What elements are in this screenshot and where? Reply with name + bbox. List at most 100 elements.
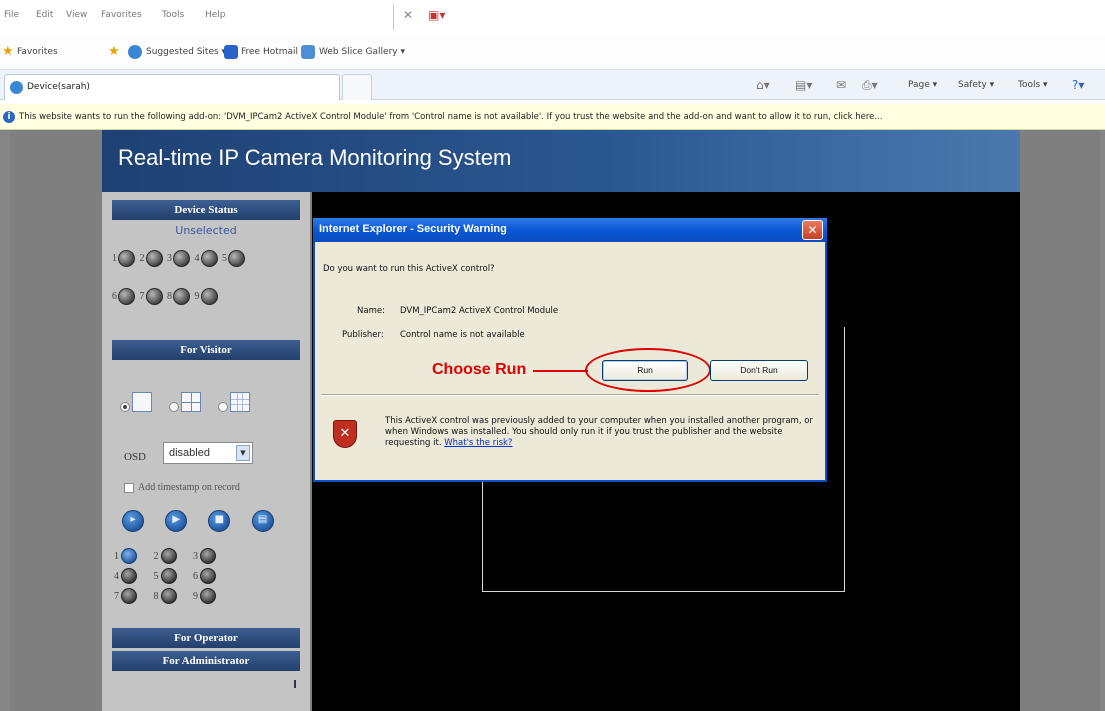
preset-6[interactable]: 6 [193, 568, 216, 584]
preset-number: 6 [193, 570, 198, 582]
device-3[interactable]: 3 [167, 250, 190, 267]
device-status-icon [173, 250, 190, 267]
preset-icon [200, 568, 216, 584]
information-bar[interactable]: i This website wants to run the followin… [0, 104, 1105, 130]
layout-1-radio[interactable] [120, 402, 130, 412]
page-header: Real-time IP Camera Monitoring System [102, 130, 1020, 192]
osd-select[interactable]: disabled ▼ [163, 442, 253, 464]
preset-row-1: 1 2 3 [114, 548, 230, 564]
device-status-icon [173, 288, 190, 305]
home-icon[interactable]: ⌂▾ [756, 78, 770, 92]
device-7[interactable]: 7 [140, 288, 163, 305]
favorites-button[interactable]: Favorites [17, 47, 58, 57]
menu-separator [393, 4, 394, 30]
device-number: 2 [139, 253, 145, 264]
layout-9-radio[interactable] [218, 402, 229, 412]
toolbar-tool-icon[interactable]: ▣▾ [428, 8, 445, 22]
play-icon[interactable]: ▶ [165, 510, 188, 532]
name-value: DVM_IPCam2 ActiveX Control Module [400, 306, 559, 316]
preset-number: 4 [114, 570, 119, 582]
osd-select-value: disabled [169, 447, 210, 459]
dialog-titlebar[interactable]: Internet Explorer - Security Warning ✕ [313, 218, 827, 242]
device-1[interactable]: 1 [112, 250, 135, 267]
preset-9[interactable]: 9 [193, 588, 216, 604]
suggested-sites-link[interactable]: Suggested Sites ▾ [146, 47, 226, 57]
snapshot-icon[interactable]: ▤ [251, 510, 274, 532]
whats-the-risk-link[interactable]: What's the risk? [444, 438, 512, 448]
video-frame-line [482, 480, 483, 592]
menu-tools[interactable]: Tools [162, 10, 184, 20]
dialog-question: Do you want to run this ActiveX control? [323, 264, 495, 274]
device-6[interactable]: 6 [112, 288, 135, 305]
preset-8[interactable]: 8 [154, 588, 177, 604]
open-folder-icon[interactable]: ▸ [122, 510, 144, 532]
print-icon[interactable]: ⎙▾ [862, 78, 878, 93]
chevron-down-icon[interactable]: ▼ [236, 445, 250, 461]
preset-7[interactable]: 7 [114, 588, 137, 604]
tab-device-sarah[interactable]: Device(sarah) [4, 74, 340, 100]
device-number: 1 [112, 253, 117, 264]
view-layout-selector [120, 392, 264, 412]
device-row-1: 1 2 3 4 5 [112, 250, 247, 267]
menu-edit[interactable]: Edit [36, 10, 53, 20]
nine-view-icon[interactable] [230, 392, 251, 412]
layout-4-radio[interactable] [169, 402, 180, 412]
device-number: 6 [112, 291, 117, 302]
device-9[interactable]: 9 [195, 288, 218, 305]
device-number: 7 [139, 291, 145, 302]
for-operator-header[interactable]: For Operator [112, 628, 300, 648]
information-bar-text[interactable]: This website wants to run the following … [19, 112, 883, 122]
free-hotmail-link[interactable]: Free Hotmail [241, 47, 298, 57]
single-view-icon[interactable] [132, 392, 152, 412]
add-favorite-icon[interactable]: ★ [108, 44, 120, 59]
menu-file[interactable]: File [4, 10, 19, 20]
preset-number: 3 [193, 550, 198, 562]
tools-menu[interactable]: Tools ▾ [1018, 80, 1048, 90]
device-8[interactable]: 8 [167, 288, 190, 305]
close-icon[interactable]: ✕ [403, 8, 413, 22]
info-icon: i [3, 111, 15, 123]
timestamp-checkbox[interactable] [124, 482, 134, 493]
dialog-close-icon[interactable]: ✕ [802, 220, 823, 240]
video-frame-line [482, 591, 845, 592]
device-status-icon [118, 288, 135, 305]
device-4[interactable]: 4 [195, 250, 218, 267]
preset-number: 9 [193, 590, 198, 602]
device-status-icon [200, 250, 218, 267]
menu-help[interactable]: Help [205, 10, 226, 20]
mail-icon[interactable]: ✉ [836, 78, 846, 92]
web-slice-gallery-link[interactable]: Web Slice Gallery ▾ [319, 47, 405, 57]
menu-view[interactable]: View [66, 10, 87, 20]
help-icon[interactable]: ?▾ [1072, 78, 1084, 92]
preset-icon [160, 548, 177, 564]
preset-4[interactable]: 4 [114, 568, 137, 584]
feeds-icon[interactable]: ▤▾ [795, 78, 812, 92]
preset-3[interactable]: 3 [193, 548, 216, 564]
device-number: 4 [194, 253, 200, 264]
quad-view-icon[interactable] [181, 392, 202, 412]
for-visitor-header[interactable]: For Visitor [112, 340, 300, 360]
device-status-header: Device Status [112, 200, 300, 220]
preset-1[interactable]: 1 [114, 548, 137, 564]
preset-5[interactable]: 5 [154, 568, 177, 584]
menu-favorites[interactable]: Favorites [101, 10, 142, 20]
preset-row-2: 4 5 6 [114, 568, 230, 584]
preset-icon [160, 588, 177, 604]
run-button[interactable]: Run [602, 360, 688, 381]
publisher-label: Publisher: [342, 330, 384, 340]
dont-run-button[interactable]: Don't Run [710, 360, 808, 381]
preset-icon [121, 548, 137, 564]
preset-icon [160, 568, 177, 584]
preset-icon [121, 568, 137, 584]
preset-2[interactable]: 2 [154, 548, 177, 564]
shield-warning-icon: ✕ [333, 420, 357, 448]
new-tab-button[interactable] [342, 74, 372, 100]
device-2[interactable]: 2 [140, 250, 163, 267]
security-warning-dialog: Internet Explorer - Security Warning ✕ D… [313, 218, 827, 482]
stop-icon[interactable]: ■ [208, 510, 231, 532]
page-menu[interactable]: Page ▾ [908, 80, 937, 90]
safety-menu[interactable]: Safety ▾ [958, 80, 994, 90]
device-5[interactable]: 5 [222, 250, 245, 267]
for-administrator-header[interactable]: For Administrator [112, 651, 300, 671]
preset-icon [200, 548, 216, 564]
